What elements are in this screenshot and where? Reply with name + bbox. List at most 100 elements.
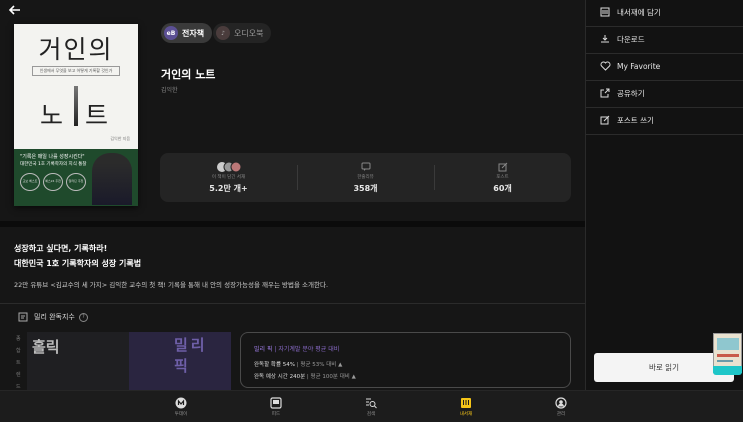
cover-band-line2: 대한민국 1호 기록학자의 지식 통찰 xyxy=(20,162,87,167)
menu-label: 다운로드 xyxy=(617,34,645,44)
stat-label: 이 책이 담긴 서재 xyxy=(211,175,246,180)
cover-band: "기록은 매일 나를 성장시킨다" 대한민국 1호 기록학자의 지식 통찰 교보… xyxy=(14,149,138,206)
search-icon xyxy=(365,396,377,410)
tab-library[interactable]: 내서재 xyxy=(446,396,486,417)
milli-pick-label: 밀리 픽 xyxy=(174,336,208,375)
post-icon xyxy=(498,161,508,173)
menu-divider xyxy=(586,134,743,135)
stat-value: 5.2만 개+ xyxy=(209,184,248,193)
ebook-icon: eB xyxy=(164,26,178,40)
reader-avatars-icon xyxy=(216,161,242,173)
book-detail-panel: 거인의 인생에서 무엇을 보고 어떻게 기록할 것인가 노트 김익한 지음 "기… xyxy=(0,0,585,390)
today-icon xyxy=(175,396,187,410)
menu-label: My Favorite xyxy=(617,61,661,71)
milli-pick-panel: 밀리 픽 xyxy=(129,332,231,390)
reading-index-title: 밀리 완독지수 xyxy=(34,313,75,321)
completion-rate-label: 완독할 확률 54% xyxy=(254,362,296,368)
book-title: 거인의 노트 xyxy=(161,68,216,81)
tab-label: 내서재 xyxy=(459,412,473,417)
share-icon xyxy=(599,87,611,99)
side-label: 트렌드 xyxy=(16,360,21,390)
stat-reviews[interactable]: 한줄리뷰 358개 xyxy=(297,153,434,202)
library-icon xyxy=(599,6,611,18)
tab-manage[interactable]: 관리 xyxy=(541,396,581,417)
cover-band-line1: "기록은 매일 나를 성장시킨다" xyxy=(20,154,85,160)
menu-label: 공유하기 xyxy=(617,88,645,98)
action-sidebar xyxy=(585,0,743,390)
tab-search[interactable]: 검색 xyxy=(351,396,391,417)
tab-label: 피드 xyxy=(271,412,281,417)
pick-subtitle-sep: | xyxy=(274,346,277,353)
stat-posts[interactable]: 포스트 60개 xyxy=(434,153,571,202)
cover-title-line1: 거인의 xyxy=(38,35,114,64)
completion-rate: 완독할 확률 54% | 평균 53% 대비 ▲ xyxy=(254,362,343,368)
tab-audiobook-label: 오디오북 xyxy=(234,28,264,38)
my-favorite-item[interactable]: My Favorite xyxy=(599,60,660,72)
intro-subheadline: 대한민국 1호 기록학자의 성장 기록법 xyxy=(14,259,142,268)
expected-time-label: 완독 예상 시간 240분 xyxy=(254,374,306,380)
tab-label: 검색 xyxy=(366,412,376,417)
cover-subtitle: 인생에서 무엇을 보고 어떻게 기록할 것인가 xyxy=(32,66,120,76)
add-to-library-item[interactable]: 내서재에 담기 xyxy=(599,6,661,18)
book-index-icon xyxy=(18,312,28,322)
pick-subtitle: 자기계발 분야 평균 대비 xyxy=(278,346,340,353)
back-arrow-icon[interactable] xyxy=(8,3,22,17)
menu-divider xyxy=(586,53,743,54)
stats-panel: 이 책이 담긴 서재 5.2만 개+ 한줄리뷰 358개 포스트 60개 xyxy=(160,153,571,202)
bottom-tabbar: 투데이 피드 검색 내서재 관리 xyxy=(0,390,743,422)
stat-label: 한줄리뷰 xyxy=(357,175,374,180)
thumbnail-badge[interactable] xyxy=(713,366,742,375)
tab-feed[interactable]: 피드 xyxy=(256,396,296,417)
menu-label: 포스트 쓰기 xyxy=(617,115,654,125)
reading-index-side-labels: 종합 트렌드 xyxy=(16,333,24,390)
tab-label: 관리 xyxy=(556,412,566,417)
expected-time-avg: 평균 100분 대비 ▲ xyxy=(310,374,356,380)
pick-title: 밀리 픽 xyxy=(254,346,273,353)
cover-title-line2: 노트 xyxy=(39,101,130,130)
laurel-badge: 예스24 추천 xyxy=(43,173,63,191)
stat-value: 358개 xyxy=(353,184,378,193)
edit-icon xyxy=(599,114,611,126)
laurel-badge: 교보 베스트 xyxy=(20,173,40,191)
reading-index-header: 밀리 완독지수 ? xyxy=(18,312,88,322)
library-icon xyxy=(460,396,472,410)
reading-type-card: 홀릭 밀리 픽 xyxy=(27,332,231,390)
tab-audiobook[interactable]: ♪ 오디오북 xyxy=(213,23,272,43)
intro-description: 22만 유튜브 <김교수의 세 가지> 김익한 교수의 첫 책! 기록을 통해 … xyxy=(14,281,329,289)
write-post-item[interactable]: 포스트 쓰기 xyxy=(599,114,654,126)
review-icon xyxy=(361,161,371,173)
stat-label: 포스트 xyxy=(496,175,509,180)
menu-label: 내서재에 담기 xyxy=(617,7,661,17)
menu-divider xyxy=(586,107,743,108)
share-item[interactable]: 공유하기 xyxy=(599,87,645,99)
book-cover[interactable]: 거인의 인생에서 무엇을 보고 어떻게 기록할 것인가 노트 김익한 지음 "기… xyxy=(14,24,138,206)
manage-icon xyxy=(555,396,567,410)
tab-ebook[interactable]: eB 전자책 xyxy=(161,23,213,43)
side-label: 종합 xyxy=(16,336,21,354)
divider xyxy=(0,303,585,304)
cover-author: 김익한 지음 xyxy=(110,136,130,141)
laurel-badge: 알라딘 추천 xyxy=(66,173,86,191)
holic-label: 홀릭 xyxy=(32,338,60,356)
completion-rate-avg: 평균 53% 대비 ▲ xyxy=(300,362,343,368)
tab-label: 투데이 xyxy=(174,412,188,417)
pick-heading: 밀리 픽 | 자기계발 분야 평균 대비 xyxy=(254,344,339,353)
book-author[interactable]: 김익한 xyxy=(161,85,178,94)
tab-ebook-label: 전자책 xyxy=(182,28,205,38)
section-divider xyxy=(0,221,585,227)
stat-readers[interactable]: 이 책이 담긴 서재 5.2만 개+ xyxy=(160,153,297,202)
intro-headline: 성장하고 싶다면, 기록하라! xyxy=(14,244,108,253)
expected-time: 완독 예상 시간 240분 | 평균 100분 대비 ▲ xyxy=(254,374,356,380)
menu-divider xyxy=(586,26,743,27)
stat-value: 60개 xyxy=(493,184,512,193)
audiobook-icon: ♪ xyxy=(216,26,230,40)
download-item[interactable]: 다운로드 xyxy=(599,33,645,45)
author-photo xyxy=(92,153,132,205)
tab-today[interactable]: 투데이 xyxy=(161,396,201,417)
heart-icon xyxy=(599,60,611,72)
help-icon[interactable]: ? xyxy=(78,312,88,322)
feed-icon xyxy=(270,396,282,410)
menu-divider xyxy=(586,80,743,81)
milli-pick-detail: 밀리 픽 | 자기계발 분야 평균 대비 완독할 확률 54% | 평균 53%… xyxy=(240,332,571,388)
download-icon xyxy=(599,33,611,45)
